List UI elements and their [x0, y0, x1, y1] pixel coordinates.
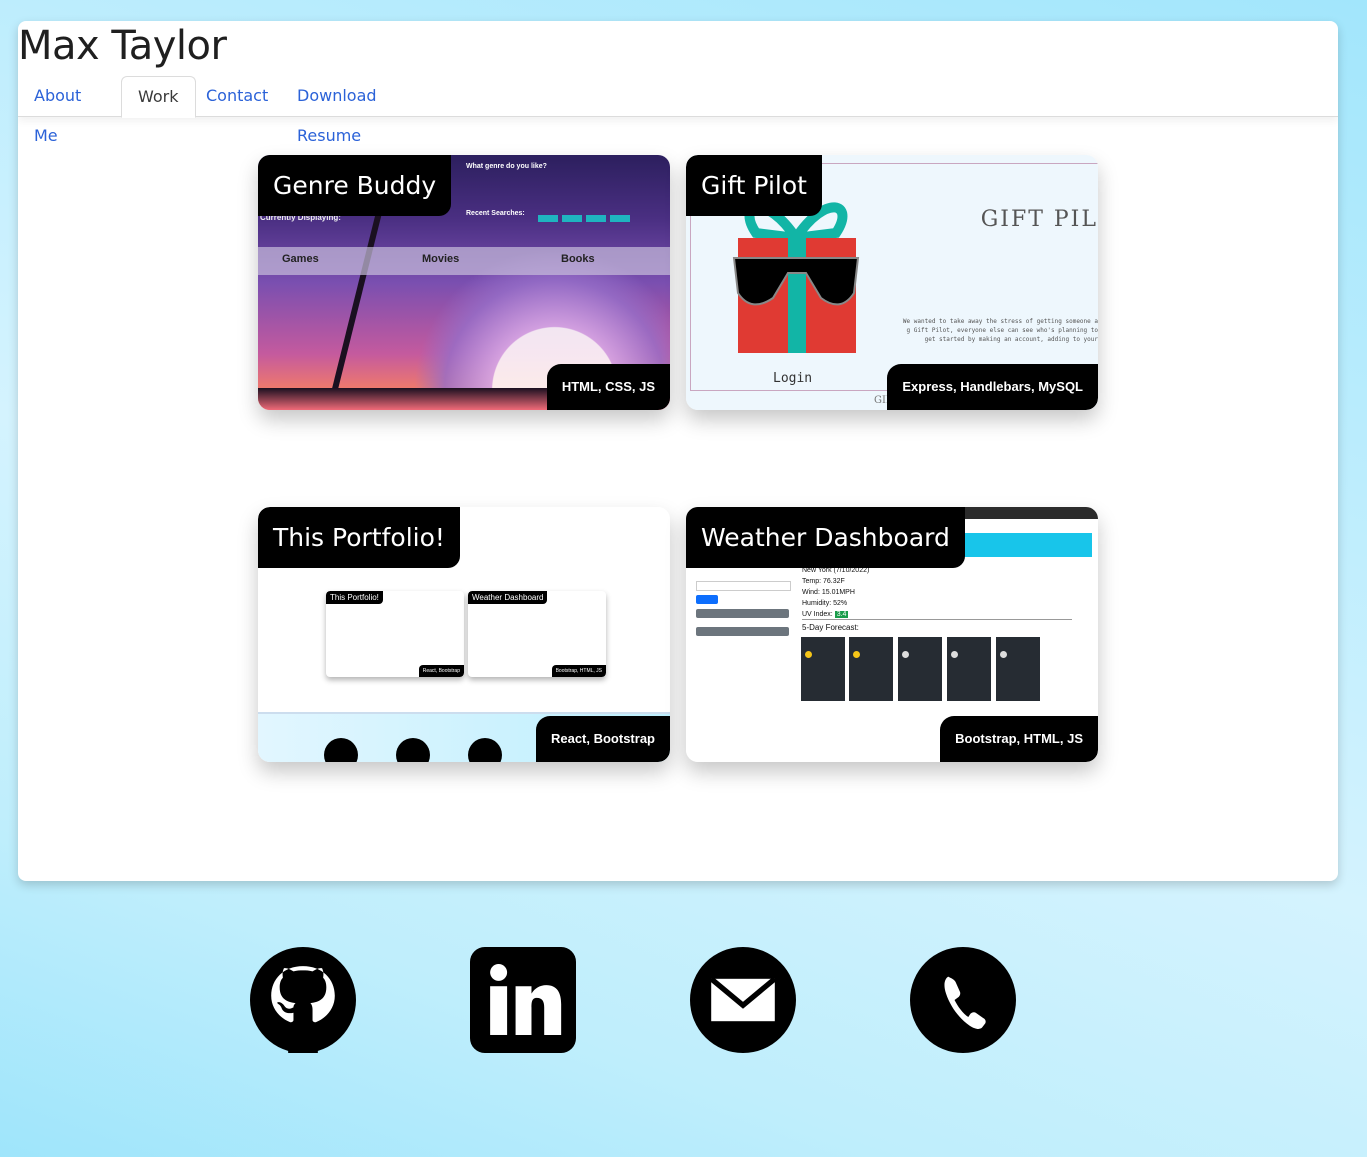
envelope-icon [690, 947, 796, 1053]
project-card-weather-dashboard[interactable]: New York (7/10/2022) Temp: 76.32F Wind: … [686, 507, 1098, 762]
login-label: Login [773, 371, 813, 386]
mini-title: Weather Dashboard [468, 591, 548, 604]
phone-icon [910, 947, 1016, 1053]
project-title: This Portfolio! [258, 507, 460, 568]
recent-search-buttons [538, 209, 634, 227]
mini-title: This Portfolio! [326, 591, 383, 604]
forecast-label: 5-Day Forecast: [802, 623, 859, 632]
temp: Temp: 76.32F [802, 578, 845, 585]
search-button [696, 595, 718, 604]
city-input [696, 581, 791, 591]
forecast-card [996, 637, 1040, 701]
category-movies: Movies [422, 253, 460, 265]
portfolio-card: Max Taylor About Me Work Contact Downloa… [18, 21, 1338, 881]
recent-searches: Recent Searches: [466, 210, 525, 217]
category-games: Games [282, 253, 319, 265]
github-link[interactable] [250, 947, 356, 1053]
mini-tech: Bootstrap, HTML, JS [551, 665, 606, 677]
github-icon [250, 947, 356, 1053]
category-books: Books [561, 253, 595, 265]
project-tech: Bootstrap, HTML, JS [940, 716, 1098, 762]
project-tech: HTML, CSS, JS [546, 364, 670, 410]
project-title: Genre Buddy [258, 155, 452, 216]
divider [802, 619, 1072, 620]
header: Max Taylor About Me Work Contact Downloa… [18, 21, 1338, 145]
genre-prompt: What genre do you like? [466, 163, 547, 170]
mini-social-icons [324, 738, 540, 762]
forecast-card [801, 637, 845, 701]
project-card-portfolio[interactable]: This Portfolio! React, Bootstrap Weather… [258, 507, 670, 762]
phone-link[interactable] [910, 947, 1016, 1053]
mini-card-weather: Weather Dashboard Bootstrap, HTML, JS [468, 591, 606, 677]
project-tech: React, Bootstrap [535, 716, 670, 762]
forecast-card [849, 637, 893, 701]
wind: Wind: 15.01MPH [802, 589, 855, 596]
project-card-genre-buddy[interactable]: What genre do you like? Currently Displa… [258, 155, 670, 410]
category-band: Games Movies Books [258, 247, 670, 275]
project-title: Weather Dashboard [686, 507, 965, 568]
gift-pilot-logo: GIFT PIL [980, 207, 1098, 232]
forecast-card [898, 637, 942, 701]
tab-download-resume[interactable]: Download Resume [281, 76, 393, 145]
mini-card-portfolio: This Portfolio! React, Bootstrap [326, 591, 464, 677]
tab-about-me[interactable]: About Me [18, 76, 97, 145]
site-title: Max Taylor [18, 23, 227, 69]
project-title: Gift Pilot [686, 155, 822, 216]
tab-work[interactable]: Work [121, 76, 196, 118]
linkedin-link[interactable] [470, 947, 576, 1053]
forecast-card [947, 637, 991, 701]
project-tech: Express, Handlebars, MySQL [887, 364, 1098, 410]
gift-pilot-blurb: We wanted to take away the stress of get… [902, 318, 1098, 343]
linkedin-icon [470, 947, 576, 1053]
humidity: Humidity: 52% [802, 600, 848, 607]
project-card-gift-pilot[interactable]: GIFT PIL We wanted to take away the stre… [686, 155, 1098, 410]
tab-contact[interactable]: Contact [190, 76, 284, 116]
history-button [696, 627, 789, 636]
current-weather: New York (7/10/2022) Temp: 76.32F Wind: … [802, 565, 869, 620]
history-button [696, 609, 789, 618]
email-link[interactable] [690, 947, 796, 1053]
mini-tech: React, Bootstrap [418, 665, 464, 677]
